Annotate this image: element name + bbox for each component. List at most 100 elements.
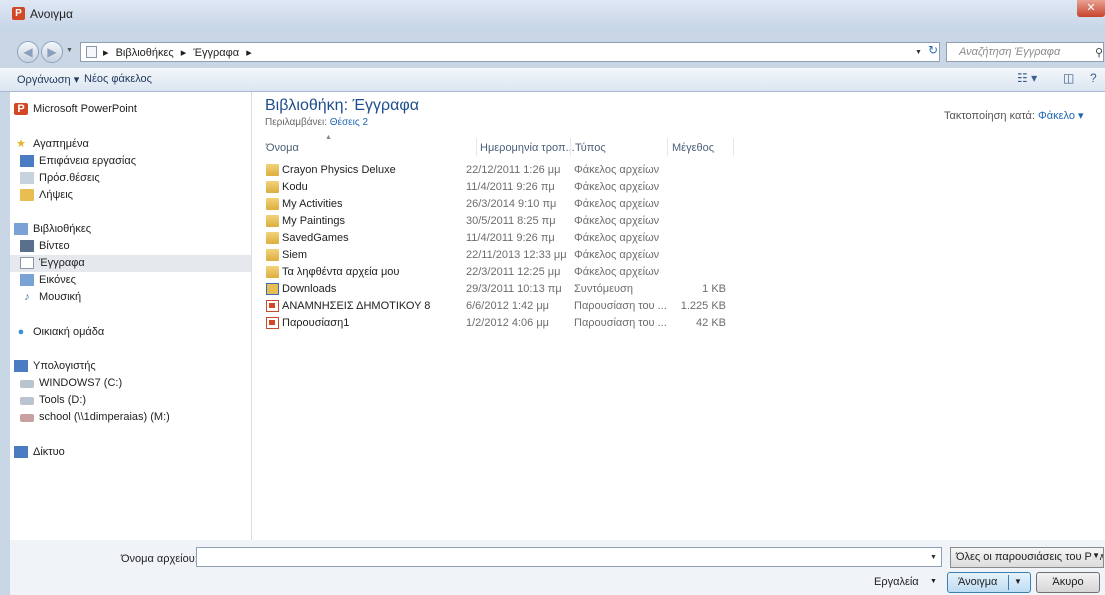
file-row[interactable]: ΑΝΑΜΝΗΣΕΙΣ ΔΗΜΟΤΙΚΟΥ 8 6/6/2012 1:42 μμ Πα… — [266, 298, 766, 315]
close-button[interactable]: ✕ — [1077, 0, 1105, 17]
file-date: 1/2/2012 4:06 μμ — [466, 317, 550, 329]
file-row[interactable]: Siem 22/11/2013 12:33 μμ Φάκελος αρχείων — [266, 247, 766, 264]
sort-arrow-icon: ▲ — [325, 134, 332, 141]
tools-dropdown-icon[interactable]: ▼ — [930, 578, 937, 585]
filetype-select[interactable]: Όλες οι παρουσιάσεις του Pow ▼ — [950, 547, 1104, 568]
search-input[interactable]: Αναζήτηση Έγγραφα — [959, 46, 1060, 58]
file-row[interactable]: Crayon Physics Deluxe 22/12/2011 1:26 μμ Φ… — [266, 162, 766, 179]
file-row[interactable]: My Paintings 30/5/2011 8:25 πμ Φάκελος αρχ… — [266, 213, 766, 230]
column-header-size[interactable]: Μέγεθος — [672, 142, 714, 154]
windows-drive-icon — [20, 380, 34, 388]
nav-item-libraries[interactable]: Βιβλιοθήκες — [10, 221, 251, 238]
nav-label: WINDOWS7 (C:) — [39, 377, 123, 389]
music-icon: ♪ — [24, 291, 30, 303]
column-header-type[interactable]: Τύπος — [575, 142, 606, 154]
folder-icon — [266, 198, 279, 210]
nav-label: Αγαπημένα — [33, 138, 89, 150]
tools-button[interactable]: Εργαλεία — [874, 576, 919, 588]
recent-pages-icon[interactable]: ▼ — [66, 47, 73, 54]
help-icon[interactable]: ? — [1090, 71, 1097, 85]
nav-item-downloads[interactable]: Λήψεις — [10, 187, 251, 204]
nav-item-favorites[interactable]: ★ Αγαπημένα — [10, 136, 251, 153]
nav-label: Υπολογιστής — [33, 360, 96, 372]
breadcrumb-sep-icon: ▸ — [103, 47, 109, 59]
file-type: Φάκελος αρχείων — [574, 164, 660, 176]
nav-item-powerpoint[interactable]: P Microsoft PowerPoint — [10, 101, 251, 118]
nav-label: Δίκτυο — [33, 446, 65, 458]
locations-link[interactable]: Θέσεις 2 — [330, 117, 368, 128]
file-type: Συντόμευση — [574, 283, 633, 295]
nav-label: Επιφάνεια εργασίας — [39, 155, 137, 167]
search-box[interactable]: Αναζήτηση Έγγραφα ⚲ — [946, 42, 1104, 62]
column-separator[interactable] — [733, 138, 734, 156]
breadcrumb-sep-icon[interactable]: ▸ — [246, 47, 252, 59]
nav-item-pictures[interactable]: Εικόνες — [10, 272, 251, 289]
nav-item-drive-c[interactable]: WINDOWS7 (C:) — [10, 375, 251, 392]
refresh-icon[interactable]: ↻ — [928, 43, 938, 57]
file-type: Φάκελος αρχείων — [574, 215, 660, 227]
nav-label: Βιβλιοθήκες — [33, 223, 92, 235]
file-row[interactable]: My Activities 26/3/2014 9:10 πμ Φάκελος αρ… — [266, 196, 766, 213]
file-row[interactable]: Παρουσίαση1 1/2/2012 4:06 μμ Παρουσίαση το… — [266, 315, 766, 332]
filetype-value: Όλες οι παρουσιάσεις του Pow — [956, 551, 1104, 563]
column-header-name[interactable]: Όνομα — [266, 142, 299, 154]
filename-dropdown-icon[interactable]: ▼ — [930, 554, 937, 561]
file-type: Φάκελος αρχείων — [574, 198, 660, 210]
nav-item-computer[interactable]: Υπολογιστής — [10, 358, 251, 375]
cancel-button[interactable]: Άκυρο — [1036, 572, 1100, 593]
breadcrumb-documents[interactable]: Έγγραφα — [193, 47, 239, 59]
nav-item-documents[interactable]: Έγγραφα — [10, 255, 251, 272]
file-row[interactable]: Kodu 11/4/2011 9:26 πμ Φάκελος αρχείων — [266, 179, 766, 196]
file-name: Siem — [282, 249, 308, 261]
column-separator[interactable] — [570, 138, 571, 156]
file-size: 42 KB — [696, 317, 726, 329]
library-icon — [86, 46, 97, 58]
computer-icon — [14, 360, 28, 372]
file-row[interactable]: Downloads 29/3/2011 10:13 πμ Συντόμευση 1 K… — [266, 281, 766, 298]
filename-input[interactable] — [196, 547, 942, 567]
new-folder-button[interactable]: Νέος φάκελος — [84, 73, 152, 85]
nav-item-drive-d[interactable]: Tools (D:) — [10, 392, 251, 409]
nav-label: Οικιακή ομάδα — [33, 326, 105, 338]
arrange-dropdown[interactable]: Φάκελο ▾ — [1038, 110, 1084, 122]
file-name: My Paintings — [282, 215, 345, 227]
preview-pane-icon[interactable]: ◫ — [1063, 71, 1074, 85]
organize-button[interactable]: Οργάνωση ▾ — [17, 73, 79, 86]
open-button[interactable]: Άνοιγμα ▼ — [947, 572, 1031, 593]
nav-label: Βίντεο — [39, 240, 70, 252]
search-icon[interactable]: ⚲ — [1095, 46, 1103, 59]
file-date: 22/3/2011 12:25 μμ — [466, 266, 561, 278]
nav-item-recent[interactable]: Πρόσ.θέσεις — [10, 170, 251, 187]
nav-item-videos[interactable]: Βίντεο — [10, 238, 251, 255]
column-header-date[interactable]: Ημερομηνία τροπ... — [480, 142, 575, 154]
nav-item-network[interactable]: Δίκτυο — [10, 444, 251, 461]
file-name: SavedGames — [282, 232, 349, 244]
breadcrumb-libraries[interactable]: Βιβλιοθήκες — [116, 47, 174, 59]
nav-item-music[interactable]: ♪ Μουσική — [10, 289, 251, 306]
view-options-icon[interactable]: ☷ ▾ — [1017, 71, 1037, 85]
forward-button[interactable]: ▶ — [41, 41, 63, 63]
back-button[interactable]: ◀ — [17, 41, 39, 63]
desktop-icon — [20, 155, 34, 167]
file-date: 11/4/2011 9:26 πμ — [466, 232, 555, 244]
documents-icon — [20, 257, 34, 269]
open-dropdown-icon[interactable]: ▼ — [1014, 577, 1022, 586]
address-dropdown-icon[interactable]: ▼ — [915, 49, 922, 56]
file-row[interactable]: Τα ληφθέντα αρχεία μου 22/3/2011 12:25 μμ… — [266, 264, 766, 281]
nav-label: Έγγραφα — [39, 257, 85, 269]
column-separator[interactable] — [476, 138, 477, 156]
drive-icon — [20, 397, 34, 405]
nav-item-desktop[interactable]: Επιφάνεια εργασίας — [10, 153, 251, 170]
powerpoint-file-icon — [266, 317, 279, 329]
file-row[interactable]: SavedGames 11/4/2011 9:26 πμ Φάκελος αρχεί… — [266, 230, 766, 247]
file-type: Φάκελος αρχείων — [574, 249, 660, 261]
column-separator[interactable] — [667, 138, 668, 156]
chevron-down-icon: ▼ — [1092, 551, 1100, 560]
address-bar[interactable]: ▸ Βιβλιοθήκες ▸ Έγγραφα ▸ — [80, 42, 940, 62]
file-name: Crayon Physics Deluxe — [282, 164, 396, 176]
nav-item-homegroup[interactable]: ● Οικιακή ομάδα — [10, 324, 251, 341]
folder-icon — [266, 266, 279, 278]
nav-item-drive-m[interactable]: school (\\1dimperaias) (M:) — [10, 409, 251, 426]
file-date: 30/5/2011 8:25 πμ — [466, 215, 556, 227]
library-title: Βιβλιοθήκη: Έγγραφα — [265, 97, 419, 114]
